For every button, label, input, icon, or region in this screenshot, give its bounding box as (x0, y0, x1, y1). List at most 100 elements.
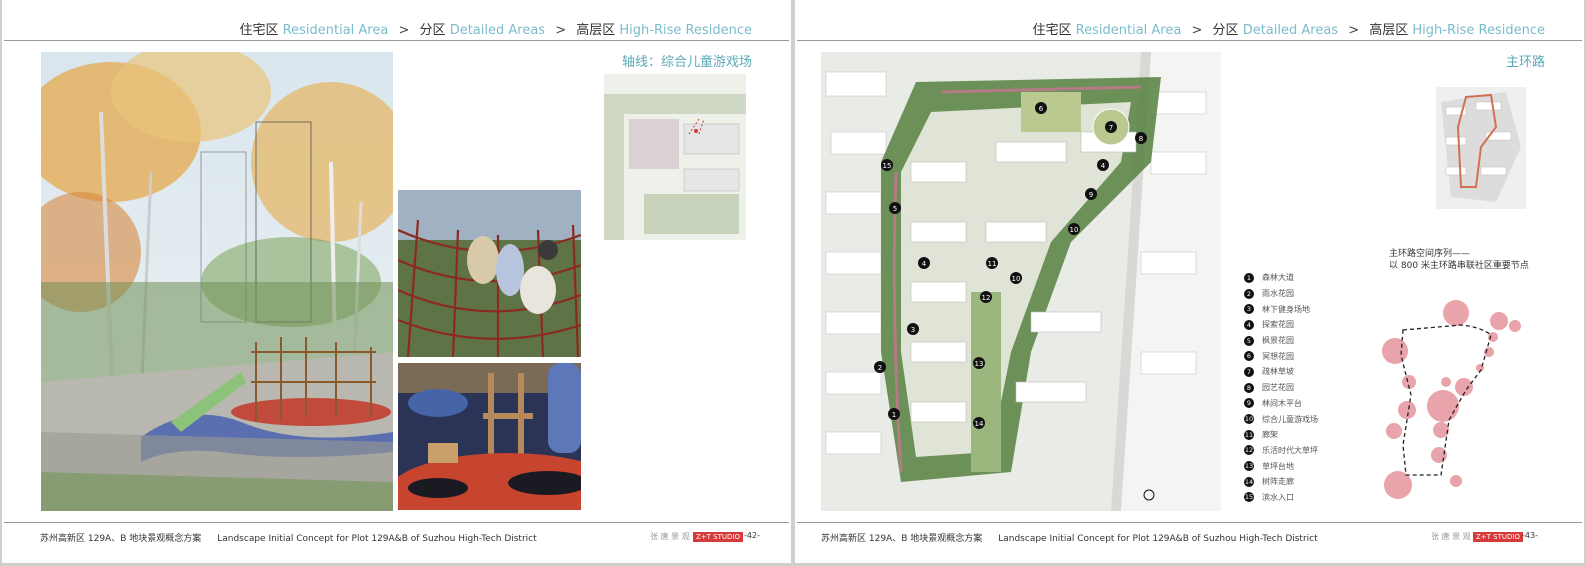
header-divider (797, 40, 1582, 41)
legend-number-badge: 1 (1244, 272, 1254, 283)
breadcrumb-area-en: Residential Area (1075, 23, 1182, 38)
breadcrumb-area-en: Residential Area (282, 23, 389, 38)
svg-text:9: 9 (1089, 191, 1093, 199)
breadcrumb-area-zh: 住宅区 (239, 23, 279, 38)
legend-label: 森林大道 (1262, 273, 1294, 283)
plan-legend: 1 森林大道 2 雨水花园 3 林下健身场地 4 探索花园 5 枫景花园 6 冥想花园 7 疏林草坡 8 园艺… (1244, 270, 1318, 505)
legend-number-badge: 10 (1244, 414, 1254, 425)
footer-project: 苏州高新区 129A、B 地块景观概念方案 Landscape Initial C… (40, 531, 537, 544)
legend-number-badge: 7 (1244, 366, 1254, 377)
svg-text:4: 4 (1101, 162, 1106, 170)
legend-number-badge: 3 (1244, 304, 1254, 315)
legend-number-badge: 5 (1244, 335, 1254, 346)
legend-number-badge: 6 (1244, 351, 1254, 362)
legend-item: 3 林下健身场地 (1244, 301, 1318, 317)
breadcrumb-zone-en: High-Rise Residence (619, 23, 752, 38)
playground-sketch-image (41, 52, 393, 511)
legend-item: 8 园艺花园 (1244, 380, 1318, 396)
legend-label: 滨水入口 (1262, 492, 1294, 502)
svg-text:14: 14 (975, 420, 984, 428)
legend-item: 12 乐活时代大草坪 (1244, 443, 1318, 459)
section-title: 轴线：综合儿童游戏场 (621, 55, 752, 70)
footer-divider (797, 522, 1582, 523)
indoor-play-photo (398, 363, 581, 510)
svg-text:5: 5 (893, 205, 897, 213)
breadcrumb-separator: > (1348, 23, 1360, 38)
footer-divider (4, 522, 789, 523)
svg-text:15: 15 (883, 162, 892, 170)
breadcrumb-sub-en: Detailed Areas (449, 23, 546, 38)
legend-label: 疏林草坡 (1262, 367, 1294, 377)
page-number: -43- (1522, 531, 1538, 540)
breadcrumb-zone-zh: 高层区 (576, 23, 616, 38)
breadcrumb: 住宅区 Residential Area > 分区 Detailed Areas… (240, 19, 752, 38)
brand-name: 张 唐 景 观 (650, 532, 690, 541)
legend-item: 15 滨水入口 (1244, 490, 1318, 506)
legend-label: 探索花园 (1262, 320, 1294, 330)
legend-label: 乐活时代大草坪 (1262, 445, 1318, 455)
footer-project: 苏州高新区 129A、B 地块景观概念方案 Landscape Initial C… (821, 531, 1318, 544)
svg-text:8: 8 (1139, 135, 1143, 143)
legend-label: 廊架 (1262, 430, 1278, 440)
svg-text:2: 2 (878, 364, 882, 372)
legend-label: 综合儿童游戏场 (1262, 414, 1318, 424)
legend-label: 林间木平台 (1262, 398, 1302, 408)
legend-number-badge: 14 (1244, 476, 1254, 487)
studio-logo: Z+T STUDIO (1473, 532, 1523, 542)
legend-number-badge: 9 (1244, 398, 1254, 409)
left-page: 住宅区 Residential Area > 分区 Detailed Areas… (2, 0, 791, 563)
legend-label: 雨水花园 (1262, 289, 1294, 299)
svg-text:12: 12 (982, 294, 991, 302)
legend-number-badge: 12 (1244, 445, 1254, 456)
ring-road-node-diagram (1382, 300, 1521, 499)
legend-item: 5 枫景花园 (1244, 333, 1318, 349)
right-page: 住宅区 Residential Area > 分区 Detailed Areas… (795, 0, 1584, 563)
ring-road-note: 主环路空间序列—— 以 800 米主环路串联社区重要节点 (1389, 248, 1529, 272)
legend-number-badge: 13 (1244, 461, 1254, 472)
legend-item: 10 综合儿童游戏场 (1244, 411, 1318, 427)
page-number: -42- (744, 531, 760, 540)
brand-name: 张 唐 景 观 (1431, 532, 1471, 541)
svg-text:13: 13 (975, 360, 984, 368)
legend-item: 4 探索花园 (1244, 317, 1318, 333)
breadcrumb: 住宅区 Residential Area > 分区 Detailed Areas… (1033, 19, 1545, 38)
svg-text:11: 11 (988, 260, 997, 268)
footer-project-en: Landscape Initial Concept for Plot 129A&… (217, 534, 537, 544)
legend-label: 园艺花园 (1262, 383, 1294, 393)
svg-text:3: 3 (911, 326, 915, 334)
breadcrumb-sub-zh: 分区 (1212, 23, 1239, 38)
studio-logo: Z+T STUDIO (693, 532, 743, 542)
breadcrumb-zone-en: High-Rise Residence (1412, 23, 1545, 38)
legend-item: 14 树阵走廊 (1244, 474, 1318, 490)
legend-item: 11 廊架 (1244, 427, 1318, 443)
breadcrumb-zone-zh: 高层区 (1369, 23, 1409, 38)
svg-text:1: 1 (892, 411, 896, 419)
breadcrumb-area-zh: 住宅区 (1032, 23, 1072, 38)
legend-number-badge: 15 (1244, 492, 1254, 503)
legend-number-badge: 11 (1244, 429, 1254, 440)
breadcrumb-separator: > (398, 23, 410, 38)
ring-road-key-map (1436, 87, 1526, 209)
legend-label: 树阵走廊 (1262, 477, 1294, 487)
legend-item: 7 疏林草坡 (1244, 364, 1318, 380)
legend-item: 9 林间木平台 (1244, 396, 1318, 412)
svg-text:10: 10 (1070, 226, 1079, 234)
legend-item: 13 草坪台地 (1244, 458, 1318, 474)
plan-node-markers: 1 2 3 4 4 5 6 7 8 9 10 10 11 12 13 14 15 (874, 102, 1155, 501)
breadcrumb-sub-en: Detailed Areas (1242, 23, 1339, 38)
svg-text:7: 7 (1109, 124, 1113, 132)
footer-project-zh: 苏州高新区 129A、B 地块景观概念方案 (821, 534, 983, 544)
ring-road-note-line2: 以 800 米主环路串联社区重要节点 (1389, 261, 1529, 271)
svg-text:4: 4 (922, 260, 927, 268)
rope-climbing-photo (398, 190, 581, 357)
legend-item: 2 雨水花园 (1244, 286, 1318, 302)
svg-text:10: 10 (1012, 275, 1021, 283)
legend-label: 林下健身场地 (1262, 304, 1310, 314)
legend-number-badge: 2 (1244, 288, 1254, 299)
footer-project-en: Landscape Initial Concept for Plot 129A&… (998, 534, 1318, 544)
ring-road-note-line1: 主环路空间序列—— (1389, 249, 1471, 259)
location-key-map (604, 74, 746, 240)
section-title: 主环路 (1505, 55, 1545, 70)
legend-number-badge: 8 (1244, 382, 1254, 393)
legend-item: 1 森林大道 (1244, 270, 1318, 286)
